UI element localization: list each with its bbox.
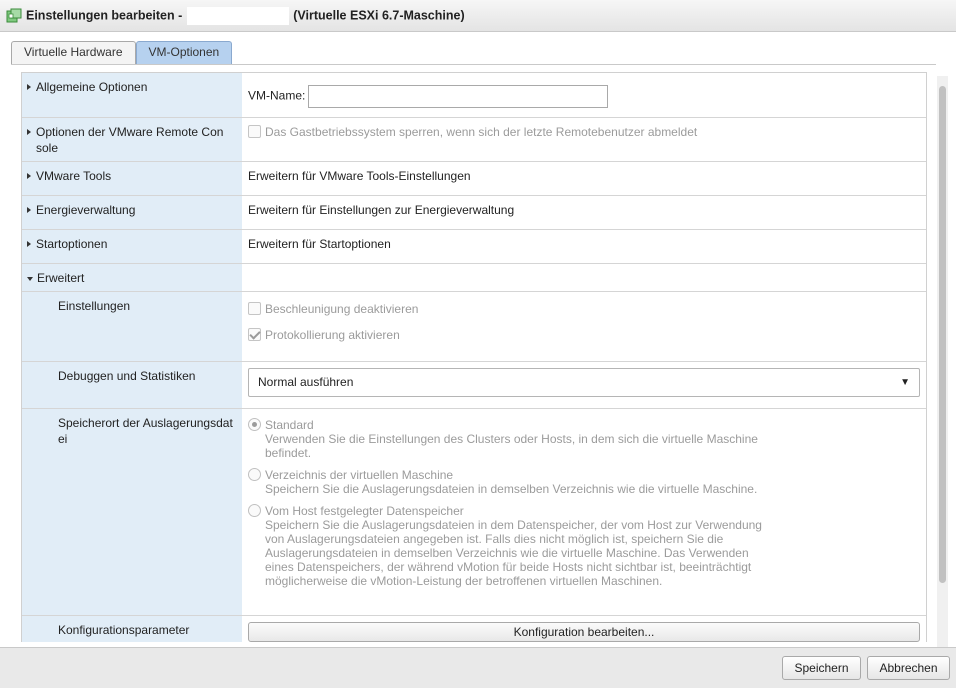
section-label: Startoptionen	[36, 237, 108, 251]
row-debugging: Debuggen und Statistiken Normal ausführe…	[22, 362, 926, 409]
row-advanced: Erweitert	[22, 264, 926, 292]
general-options-value: VM-Name:	[242, 73, 926, 117]
section-label: Energieverwaltung	[36, 203, 136, 217]
expand-arrow-icon	[27, 207, 31, 213]
scrollbar-thumb[interactable]	[939, 86, 946, 583]
dropdown-arrow-icon: ▼	[900, 377, 910, 388]
swapfile-option-standard: Standard Verwenden Sie die Einstellungen…	[248, 418, 920, 460]
vm-icon	[6, 8, 22, 24]
tab-virtual-hardware[interactable]: Virtuelle Hardware	[11, 41, 136, 65]
vm-name-label: VM-Name:	[248, 88, 306, 103]
config-parameters-label: Konfigurationsparameter	[22, 616, 242, 642]
disable-acceleration-checkbox[interactable]	[248, 302, 261, 315]
swapfile-option-vm-dir: Verzeichnis der virtuellen Maschine Spei…	[248, 468, 920, 496]
swapfile-option-title: Vom Host festgelegter Datenspeicher	[265, 504, 464, 518]
lock-guest-os-checkbox[interactable]	[248, 125, 261, 138]
row-swapfile-location: Speicherort der Auslagerungsdatei Standa…	[22, 409, 926, 616]
swapfile-option-desc: Speichern Sie die Auslagerungsdateien in…	[265, 482, 758, 496]
swapfile-value: Standard Verwenden Sie die Einstellungen…	[242, 409, 926, 615]
swapfile-host-datastore-radio[interactable]	[248, 504, 261, 517]
debug-mode-select[interactable]: Normal ausführen ▼	[248, 368, 920, 397]
section-label: VMware Tools	[36, 169, 112, 183]
swapfile-option-desc: Speichern Sie die Auslagerungsdateien in…	[265, 518, 762, 588]
row-vmware-tools: VMware Tools Erweitern für VMware Tools-…	[22, 162, 926, 196]
section-label: Optionen der VMware Remote Console	[36, 125, 224, 155]
row-general-options: Allgemeine Optionen VM-Name:	[22, 73, 926, 118]
section-advanced[interactable]: Erweitert	[22, 264, 242, 291]
dialog-title-prefix: Einstellungen bearbeiten -	[26, 7, 183, 22]
debugging-value: Normal ausführen ▼	[242, 362, 926, 408]
row-boot-options: Startoptionen Erweitern für Startoptione…	[22, 230, 926, 264]
redacted-vm-name	[186, 6, 289, 25]
dialog-titlebar: Einstellungen bearbeiten - (Virtuelle ES…	[0, 0, 956, 32]
settings-label: Einstellungen	[22, 292, 242, 361]
row-config-parameters: Konfigurationsparameter Konfiguration be…	[22, 616, 926, 642]
row-remote-console: Optionen der VMware Remote Console Das G…	[22, 118, 926, 162]
vertical-scrollbar[interactable]	[937, 76, 948, 648]
dialog-title-suffix: (Virtuelle ESXi 6.7-Maschine)	[293, 7, 465, 22]
expand-arrow-icon	[27, 84, 31, 90]
section-remote-console[interactable]: Optionen der VMware Remote Console	[22, 118, 242, 161]
swapfile-option-desc: Verwenden Sie die Einstellungen des Clus…	[265, 432, 758, 460]
enable-logging-option: Protokollierung aktivieren	[248, 327, 920, 343]
row-settings: Einstellungen Beschleunigung deaktiviere…	[22, 292, 926, 362]
row-power-management: Energieverwaltung Erweitern für Einstell…	[22, 196, 926, 230]
disable-acceleration-option: Beschleunigung deaktivieren	[248, 301, 920, 317]
vm-name-input[interactable]	[308, 85, 609, 108]
tab-bar: Virtuelle Hardware VM-Optionen	[11, 41, 233, 65]
expand-arrow-icon	[27, 241, 31, 247]
expand-arrow-icon	[27, 129, 31, 135]
section-power-management[interactable]: Energieverwaltung	[22, 196, 242, 229]
swapfile-option-title: Verzeichnis der virtuellen Maschine	[265, 468, 454, 482]
tab-divider	[11, 64, 936, 65]
vmware-tools-value: Erweitern für VMware Tools-Einstellungen	[248, 169, 471, 183]
enable-logging-label: Protokollierung aktivieren	[265, 328, 400, 342]
swapfile-option-title: Standard	[265, 418, 314, 432]
disable-acceleration-label: Beschleunigung deaktivieren	[265, 302, 419, 316]
settings-value: Beschleunigung deaktivieren Protokollier…	[242, 292, 926, 361]
power-management-value: Erweitern für Einstellungen zur Energiev…	[248, 203, 515, 217]
section-label: Allgemeine Optionen	[36, 80, 148, 94]
collapse-arrow-icon	[27, 277, 33, 281]
swapfile-label: Speicherort der Auslagerungsdatei	[22, 409, 242, 615]
expand-arrow-icon	[27, 173, 31, 179]
boot-options-value: Erweitern für Startoptionen	[248, 237, 391, 251]
dialog-title: Einstellungen bearbeiten - (Virtuelle ES…	[26, 6, 465, 25]
cancel-button[interactable]: Abbrechen	[867, 656, 950, 680]
section-boot-options[interactable]: Startoptionen	[22, 230, 242, 263]
vm-options-panel: Allgemeine Optionen VM-Name: Optionen de…	[21, 72, 927, 642]
dialog-footer: Speichern Abbrechen	[0, 647, 956, 688]
section-label: Erweitert	[37, 271, 85, 285]
swapfile-option-host-datastore: Vom Host festgelegter Datenspeicher Spei…	[248, 504, 920, 588]
enable-logging-checkbox[interactable]	[248, 328, 261, 341]
remote-console-value: Das Gastbetriebssystem sperren, wenn sic…	[242, 118, 926, 161]
section-general-options[interactable]: Allgemeine Optionen	[22, 73, 242, 117]
edit-configuration-button[interactable]: Konfiguration bearbeiten...	[248, 622, 920, 642]
tab-vm-options[interactable]: VM-Optionen	[135, 41, 233, 65]
debugging-label: Debuggen und Statistiken	[22, 362, 242, 408]
swapfile-standard-radio[interactable]	[248, 418, 261, 431]
debug-mode-selected: Normal ausführen	[258, 375, 354, 389]
section-vmware-tools[interactable]: VMware Tools	[22, 162, 242, 195]
advanced-value	[242, 264, 926, 291]
config-parameters-value: Konfiguration bearbeiten...	[242, 616, 926, 642]
save-button[interactable]: Speichern	[782, 656, 861, 680]
dialog-content: Virtuelle Hardware VM-Optionen Allgemein…	[0, 32, 956, 648]
swapfile-vm-dir-radio[interactable]	[248, 468, 261, 481]
lock-guest-os-label: Das Gastbetriebssystem sperren, wenn sic…	[265, 125, 698, 139]
